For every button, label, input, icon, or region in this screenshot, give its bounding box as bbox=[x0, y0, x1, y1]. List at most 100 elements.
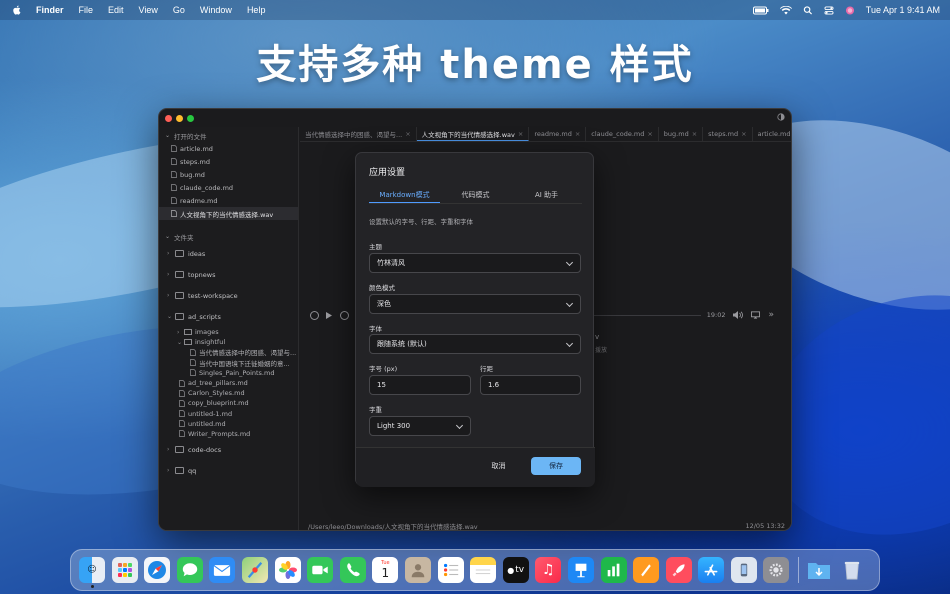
facetime-icon[interactable] bbox=[307, 557, 334, 583]
tab-item-active[interactable]: 人文视角下的当代情感选择.wav × bbox=[416, 127, 530, 141]
rocket-icon[interactable] bbox=[665, 557, 692, 583]
font-select[interactable]: 跟随系统 (默认) bbox=[369, 334, 581, 354]
close-tab-icon[interactable]: × bbox=[692, 130, 697, 138]
close-tab-icon[interactable]: × bbox=[647, 130, 652, 138]
tab-item[interactable]: readme.md × bbox=[529, 127, 587, 141]
notes-icon[interactable] bbox=[470, 557, 497, 583]
file-item[interactable]: Writer_Prompts.md bbox=[159, 429, 298, 439]
battery-icon[interactable] bbox=[752, 6, 769, 15]
file-item[interactable]: copy_blueprint.md bbox=[159, 398, 298, 408]
file-icon bbox=[171, 158, 177, 165]
play-icon[interactable] bbox=[326, 311, 332, 319]
zoom-window-button[interactable] bbox=[187, 115, 194, 122]
color-mode-select[interactable]: 深色 bbox=[369, 294, 581, 314]
theme-toggle-icon[interactable] bbox=[777, 113, 785, 121]
search-icon[interactable] bbox=[803, 5, 813, 15]
open-file-item[interactable]: claude_code.md bbox=[159, 181, 298, 194]
close-tab-icon[interactable]: × bbox=[518, 130, 523, 138]
iphone-mirroring-icon[interactable] bbox=[730, 557, 757, 583]
menu-edit[interactable]: Edit bbox=[108, 5, 124, 15]
open-file-item[interactable]: readme.md bbox=[159, 194, 298, 207]
calendar-icon[interactable]: Tue 1 bbox=[372, 557, 399, 583]
maps-icon[interactable] bbox=[241, 557, 268, 583]
volume-icon[interactable] bbox=[733, 311, 744, 319]
keynote-icon[interactable] bbox=[567, 557, 594, 583]
safari-icon[interactable] bbox=[144, 557, 171, 583]
messages-icon[interactable] bbox=[176, 557, 203, 583]
open-files-section[interactable]: ⌄ 打开的文件 bbox=[159, 129, 298, 142]
trash-icon[interactable] bbox=[839, 557, 865, 583]
tab-item[interactable]: 当代情感选择中的困惑、渴望与... × bbox=[300, 127, 417, 141]
tab-code-mode[interactable]: 代码模式 bbox=[440, 189, 511, 203]
tab-markdown-mode[interactable]: Markdown模式 bbox=[369, 189, 440, 203]
folders-section[interactable]: ⌄ 文件夹 bbox=[159, 230, 298, 243]
file-item[interactable]: untitled.md bbox=[159, 419, 298, 429]
open-file-item[interactable]: steps.md bbox=[159, 155, 298, 168]
menu-go[interactable]: Go bbox=[173, 5, 185, 15]
siri-icon[interactable] bbox=[845, 5, 855, 15]
file-item[interactable]: 当代情感选择中的困惑、渴望与... bbox=[159, 347, 298, 357]
wifi-icon[interactable] bbox=[779, 5, 792, 15]
menu-file[interactable]: File bbox=[79, 5, 94, 15]
launchpad-icon[interactable] bbox=[111, 557, 138, 583]
phone-icon[interactable] bbox=[339, 557, 366, 583]
apple-logo-icon[interactable] bbox=[12, 5, 22, 15]
forward-icon[interactable] bbox=[340, 310, 349, 320]
theme-select[interactable]: 竹林清风 bbox=[369, 253, 581, 273]
tv-icon[interactable]: ● tv bbox=[502, 557, 529, 583]
music-icon[interactable]: ♫ bbox=[535, 557, 562, 583]
close-tab-icon[interactable]: × bbox=[575, 130, 580, 138]
menu-help[interactable]: Help bbox=[247, 5, 266, 15]
menu-clock[interactable]: Tue Apr 1 9:41 AM bbox=[866, 5, 940, 15]
folder-topnews[interactable]: › topnews bbox=[159, 264, 298, 285]
folder-test-workspace[interactable]: › test-workspace bbox=[159, 285, 298, 306]
open-file-item[interactable]: article.md bbox=[159, 142, 298, 155]
tab-item[interactable]: article.md× bbox=[753, 127, 791, 141]
folder-ad-scripts[interactable]: ⌄ ad_scripts bbox=[159, 306, 298, 327]
tab-item[interactable]: claude_code.md × bbox=[586, 127, 659, 141]
file-item[interactable]: Singles_Pain_Points.md bbox=[159, 368, 298, 378]
tab-item[interactable]: bug.md × bbox=[659, 127, 704, 141]
finder-icon[interactable]: ☺ bbox=[79, 557, 105, 588]
close-tab-icon[interactable]: × bbox=[741, 130, 746, 138]
font-weight-select[interactable]: Light 300 bbox=[369, 416, 471, 436]
close-window-button[interactable] bbox=[165, 115, 172, 122]
file-item[interactable]: untitled-1.md bbox=[159, 409, 298, 419]
folder-qq[interactable]: › qq bbox=[159, 460, 298, 481]
photos-icon[interactable] bbox=[274, 557, 301, 583]
menu-app-name[interactable]: Finder bbox=[36, 5, 64, 15]
file-item[interactable]: 当代中国语境下迁徙婚姻的意... bbox=[159, 358, 298, 368]
font-size-input[interactable]: 15 bbox=[369, 375, 471, 395]
dialog-title: 应用设置 bbox=[369, 168, 406, 178]
downloads-folder-icon[interactable] bbox=[806, 557, 832, 583]
folder-name: topnews bbox=[188, 270, 216, 279]
open-file-item-selected[interactable]: 人文视角下的当代情感选择.wav bbox=[159, 207, 298, 220]
more-icon[interactable]: » bbox=[768, 310, 774, 320]
folder-code-docs[interactable]: › code-docs bbox=[159, 439, 298, 460]
menu-view[interactable]: View bbox=[139, 5, 158, 15]
mail-icon[interactable] bbox=[209, 557, 236, 583]
tab-item[interactable]: steps.md × bbox=[703, 127, 753, 141]
save-button[interactable]: 保存 bbox=[531, 457, 581, 475]
file-item[interactable]: Carlon_Styles.md bbox=[159, 388, 298, 398]
cancel-button[interactable]: 取消 bbox=[481, 458, 516, 474]
folder-images[interactable]: › images bbox=[159, 327, 298, 337]
control-center-icon[interactable] bbox=[824, 5, 834, 15]
minimize-window-button[interactable] bbox=[176, 115, 183, 122]
menu-window[interactable]: Window bbox=[200, 5, 232, 15]
numbers-icon[interactable] bbox=[600, 557, 627, 583]
line-height-input[interactable]: 1.6 bbox=[480, 375, 581, 395]
settings-icon[interactable] bbox=[763, 557, 790, 583]
rewind-icon[interactable] bbox=[310, 310, 319, 320]
folder-insightful[interactable]: ⌄ insightful bbox=[159, 337, 298, 347]
pages-icon[interactable] bbox=[633, 557, 660, 583]
appstore-icon[interactable] bbox=[698, 557, 725, 583]
file-item[interactable]: ad_tree_pillars.md bbox=[159, 378, 298, 388]
airplay-icon[interactable] bbox=[751, 311, 761, 319]
tab-ai-assistant[interactable]: AI 助手 bbox=[511, 189, 582, 203]
contacts-icon[interactable] bbox=[404, 557, 431, 583]
close-tab-icon[interactable]: × bbox=[405, 130, 410, 138]
folder-ideas[interactable]: › ideas bbox=[159, 243, 298, 264]
reminders-icon[interactable] bbox=[437, 557, 464, 583]
open-file-item[interactable]: bug.md bbox=[159, 168, 298, 181]
